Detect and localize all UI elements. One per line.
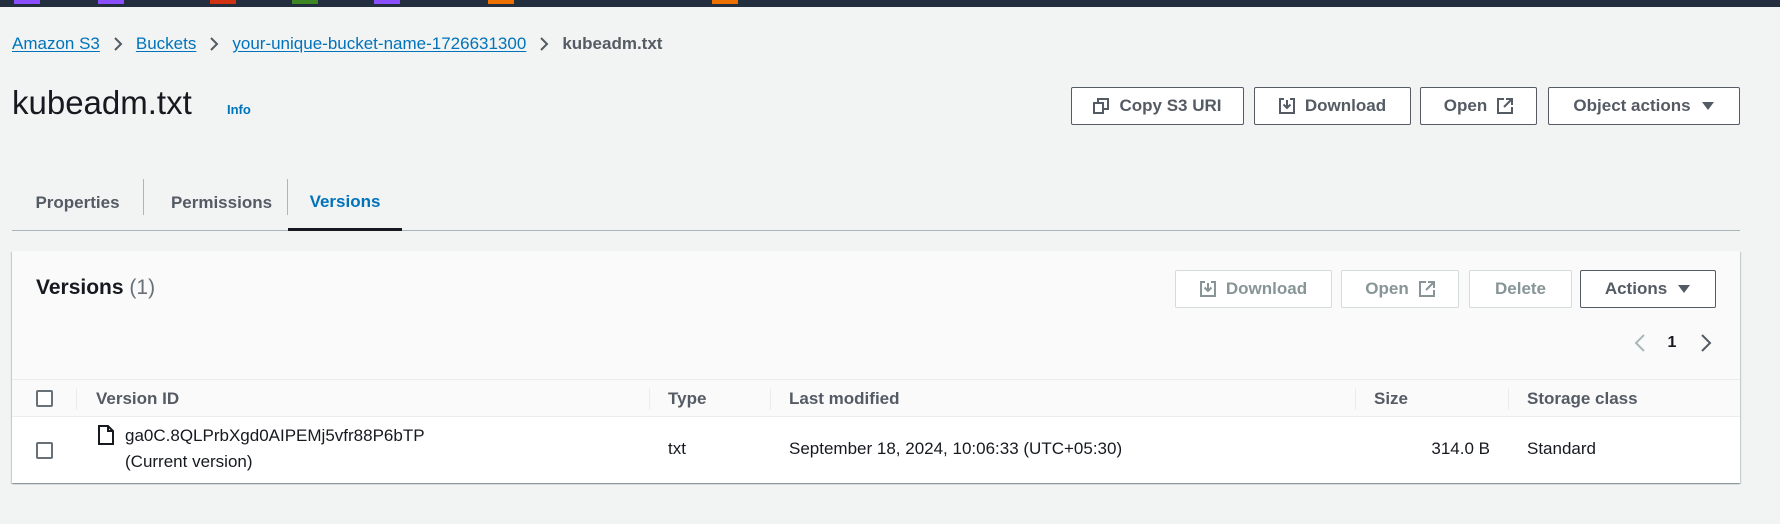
page-number-1[interactable]: 1 (1662, 331, 1682, 355)
breadcrumb-current: kubeadm.txt (562, 34, 663, 53)
download-button[interactable]: Download (1254, 87, 1411, 125)
copy-s3-uri-button[interactable]: Copy S3 URI (1071, 87, 1244, 125)
tab-properties-label: Properties (35, 193, 120, 212)
breadcrumb: Amazon S3 Buckets your-unique-bucket-nam… (12, 34, 662, 54)
column-header-storage-class[interactable]: Storage class (1527, 380, 1638, 418)
tab-versions-label: Versions (309, 191, 381, 211)
download-label: Download (1304, 96, 1387, 115)
versions-count: (1) (129, 276, 156, 299)
chevron-left-icon (1634, 334, 1645, 352)
chevron-right-icon (209, 36, 219, 52)
tab-versions[interactable]: Versions (288, 175, 402, 231)
info-link[interactable]: Info (227, 102, 251, 117)
column-header-version-id[interactable]: Version ID (96, 380, 179, 418)
service-shortcut-marker (98, 0, 124, 4)
open-label: Open (1443, 96, 1488, 115)
versions-table-header: Version ID Type Last modified Size Stora… (12, 379, 1740, 417)
caret-down-icon (1678, 285, 1691, 293)
next-page-button[interactable] (1694, 331, 1718, 355)
object-actions-dropdown[interactable]: Object actions (1548, 87, 1740, 125)
service-shortcut-marker (292, 0, 318, 4)
versions-panel-header: Versions (1) Download Open Delete Action… (12, 251, 1740, 379)
breadcrumb-amazon-s3[interactable]: Amazon S3 (12, 34, 100, 54)
column-divider (649, 388, 650, 410)
version-download-button[interactable]: Download (1175, 270, 1332, 308)
file-size: 314.0 B (1431, 439, 1490, 458)
storage-class: Standard (1527, 439, 1596, 458)
chevron-right-icon (539, 36, 549, 52)
chevron-right-icon (1701, 334, 1712, 352)
row-select-checkbox[interactable] (36, 442, 53, 459)
last-modified: September 18, 2024, 10:06:33 (UTC+05:30) (789, 439, 1123, 458)
tab-properties[interactable]: Properties (12, 175, 143, 231)
breadcrumb-buckets[interactable]: Buckets (136, 34, 196, 54)
current-version-note: (Current version) (125, 452, 253, 471)
tab-permissions-label: Permissions (170, 193, 273, 212)
version-id: ga0C.8QLPrbXgd0AIPEMj5vfr88P6bTP (125, 426, 425, 445)
copy-s3-uri-label: Copy S3 URI (1119, 96, 1222, 115)
column-divider (1355, 388, 1356, 410)
external-link-icon (1497, 98, 1514, 114)
open-button[interactable]: Open (1420, 87, 1537, 125)
column-divider (770, 388, 771, 410)
tab-permissions[interactable]: Permissions (144, 175, 299, 231)
service-shortcut-marker (488, 0, 514, 4)
version-open-label: Open (1365, 279, 1409, 298)
copy-icon (1093, 98, 1110, 114)
object-tabs: Properties Permissions Versions (12, 175, 1740, 231)
versions-panel: Versions (1) Download Open Delete Action… (12, 251, 1740, 483)
download-icon (1199, 281, 1216, 297)
file-icon (98, 425, 114, 445)
chevron-right-icon (113, 36, 123, 52)
versions-title: Versions (1) (36, 276, 155, 300)
download-icon (1278, 98, 1295, 114)
service-shortcut-marker (14, 0, 40, 4)
caret-down-icon (1701, 102, 1714, 110)
object-actions-label: Object actions (1573, 96, 1691, 115)
service-shortcut-marker (210, 0, 236, 4)
console-top-bar (0, 0, 1780, 7)
version-actions-label: Actions (1604, 279, 1668, 298)
version-open-button[interactable]: Open (1341, 270, 1459, 308)
column-divider (1508, 388, 1509, 410)
table-row: ga0C.8QLPrbXgd0AIPEMj5vfr88P6bTP (Curren… (12, 417, 1740, 483)
column-header-type[interactable]: Type (668, 380, 706, 418)
version-delete-button[interactable]: Delete (1469, 270, 1572, 308)
previous-page-button[interactable] (1628, 331, 1652, 355)
service-shortcut-marker (374, 0, 400, 4)
file-type: txt (668, 439, 686, 458)
version-delete-label: Delete (1494, 279, 1547, 298)
column-divider (76, 388, 77, 410)
breadcrumb-bucket-name[interactable]: your-unique-bucket-name-1726631300 (232, 34, 526, 54)
versions-title-text: Versions (36, 276, 124, 299)
external-link-icon (1418, 281, 1435, 297)
column-header-last-modified[interactable]: Last modified (789, 380, 900, 418)
version-download-label: Download (1225, 279, 1308, 298)
column-header-size[interactable]: Size (1374, 380, 1408, 418)
version-actions-dropdown[interactable]: Actions (1580, 270, 1716, 308)
select-all-checkbox[interactable] (36, 390, 53, 407)
service-shortcut-marker (712, 0, 738, 4)
page-title: kubeadm.txt (12, 84, 192, 121)
